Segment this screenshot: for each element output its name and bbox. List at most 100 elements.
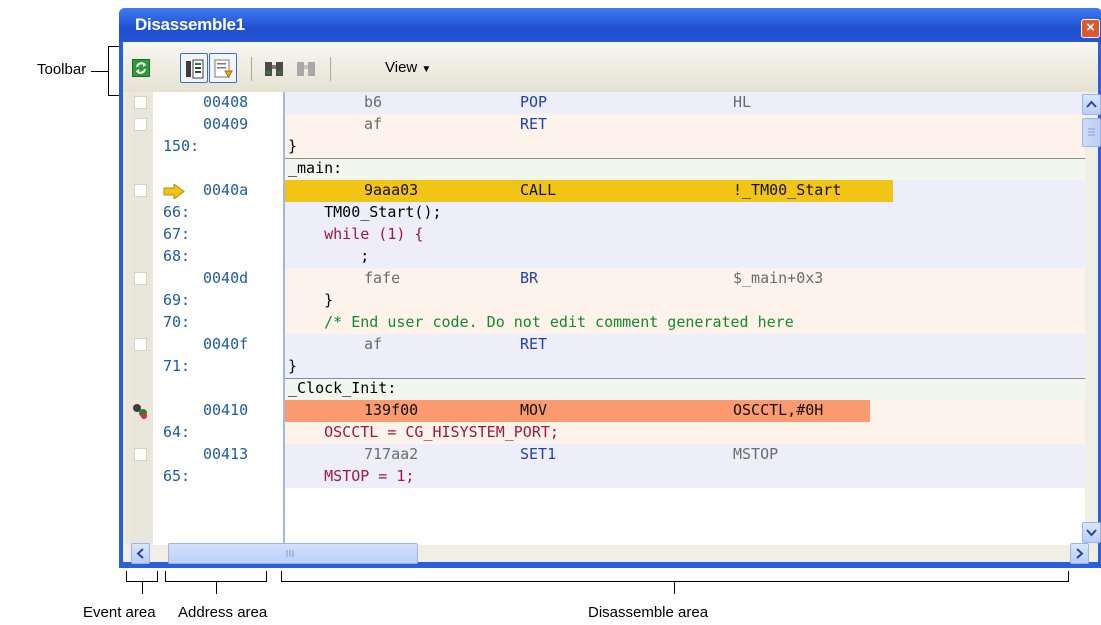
address-cell: 00408 [203,93,249,111]
disasm-row[interactable]: 00409 af RET [129,114,1085,136]
disasm-row[interactable]: 0040f af RET [129,334,1085,356]
source-row[interactable]: 71:} [129,356,1085,378]
chevron-right-icon [1076,548,1084,559]
mnemonic-cell: CALL [520,181,557,199]
binoculars-disabled-icon [297,62,315,76]
mnemonic-cell: BR [520,269,539,287]
source-code: } [288,357,298,375]
address-cell: 0040a [203,181,249,199]
mixed-display-button[interactable] [180,53,208,83]
mnemonic-cell: RET [520,115,548,133]
source-row[interactable]: 68: ; [129,246,1085,268]
operand-cell: HL [733,93,752,111]
event-checkbox[interactable] [134,184,147,197]
event-checkbox[interactable] [134,272,147,285]
scroll-left-button[interactable] [131,543,150,564]
scroll-thumb[interactable] [1082,118,1101,147]
disasm-row[interactable]: 00413 717aa2 SET1 MSTOP [129,444,1085,466]
mnemonic-cell: RET [520,335,548,353]
source-row[interactable]: 150:} [129,136,1085,158]
address-cell: 00409 [203,115,249,133]
vertical-scrollbar[interactable] [1082,92,1101,545]
opcode-cell: af [364,335,383,353]
operand-cell: OSCCTL,#0H [733,401,824,419]
opcode-cell: 139f00 [364,401,419,419]
line-number: 71: [163,357,191,375]
disasm-row[interactable]: 0040a 9aaa03 CALL !_TM00_Start [129,180,1085,202]
operand-cell: !_TM00_Start [733,181,842,199]
opcode-cell: fafe [364,269,401,287]
grip-icon [1088,128,1095,136]
disasm-row[interactable]: 0040d fafe BR $_main+0x3 [129,268,1085,290]
scroll-down-button[interactable] [1082,522,1101,543]
symbol-label: _Clock_Init: [288,379,397,397]
scroll-right-button[interactable] [1070,543,1089,564]
line-number: 150: [163,137,200,155]
disasm-row[interactable]: 00408 b6 POP HL [129,92,1085,114]
line-number: 69: [163,291,191,309]
mnemonic-cell: SET1 [520,445,557,463]
operand-cell: MSTOP [733,445,779,463]
symbol-display-icon [214,59,233,78]
toolbar-separator [251,57,252,81]
close-button[interactable]: × [1081,19,1100,38]
event-checkbox[interactable] [134,448,147,461]
event-area-callout: Event area [83,604,156,621]
source-code: } [288,137,298,155]
current-pc-arrow-icon [163,183,185,204]
mnemonic-cell: POP [520,93,548,111]
opcode-cell: 717aa2 [364,445,419,463]
source-code: OSCCTL = CG_HISYSTEM_PORT; [288,423,559,441]
label-row[interactable]: _main: [129,158,1085,180]
source-row[interactable]: 70: /* End user code. Do not edit commen… [129,312,1085,334]
source-row[interactable]: 65: MSTOP = 1; [129,466,1085,488]
source-code: } [288,291,334,309]
line-number: 70: [163,313,191,331]
title-bar[interactable]: Disassemble1 × [119,8,1101,42]
disassemble-area-bracket [281,581,1069,582]
source-row[interactable]: 64: OSCCTL = CG_HISYSTEM_PORT; [129,422,1085,444]
horizontal-scrollbar[interactable] [123,543,1098,564]
toolbar-separator [330,57,331,81]
address-area-callout: Address area [178,604,268,621]
label-row[interactable]: _Clock_Init: [129,378,1085,400]
address-cell: 00413 [203,445,249,463]
window-title: Disassemble1 [135,15,245,34]
line-number: 66: [163,203,191,221]
disasm-row[interactable]: 00410 139f00 MOV OSCCTL,#0H [129,400,1085,422]
source-row[interactable]: 67: while (1) { [129,224,1085,246]
opcode-cell: 9aaa03 [364,181,419,199]
dropdown-arrow-icon: ▼ [421,64,432,75]
source-code: TM00_Start(); [288,203,442,221]
line-number: 67: [163,225,191,243]
binoculars-icon [265,62,283,76]
toolbar-callout: Toolbar [37,61,87,78]
operand-cell: $_main+0x3 [733,269,824,287]
line-number: 68: [163,247,191,265]
address-cell: 00410 [203,401,249,419]
chevron-left-icon [136,548,144,559]
refresh-icon [132,59,150,77]
event-checkbox[interactable] [134,338,147,351]
refresh-button[interactable] [127,53,155,83]
source-row[interactable]: 69: } [129,290,1085,312]
scroll-up-button[interactable] [1082,94,1101,115]
view-menu[interactable]: View ▼ [385,59,431,76]
event-checkbox[interactable] [134,118,147,131]
symbol-display-button[interactable] [209,53,237,83]
go-to-symbol-button[interactable] [291,53,319,83]
disassemble-area-callout: Disassemble area [588,604,709,621]
source-code: MSTOP = 1; [288,467,415,485]
disassemble-panel[interactable]: 00408 b6 POP HL 00409 af RET 150:} _main: 0040a 9a… [129,92,1085,545]
event-checkbox[interactable] [134,96,147,109]
go-to-button[interactable] [259,53,287,83]
disassemble-window: Disassemble1 × View ▼ 00408 b6 POP HL 00… [119,8,1101,568]
horizontal-scroll-thumb[interactable] [168,543,418,564]
opcode-cell: af [364,115,383,133]
line-number: 65: [163,467,191,485]
mixed-display-icon [186,59,204,79]
mnemonic-cell: MOV [520,401,548,419]
source-row[interactable]: 66: TM00_Start(); [129,202,1085,224]
chevron-up-icon [1086,100,1097,108]
symbol-label: _main: [288,159,343,177]
